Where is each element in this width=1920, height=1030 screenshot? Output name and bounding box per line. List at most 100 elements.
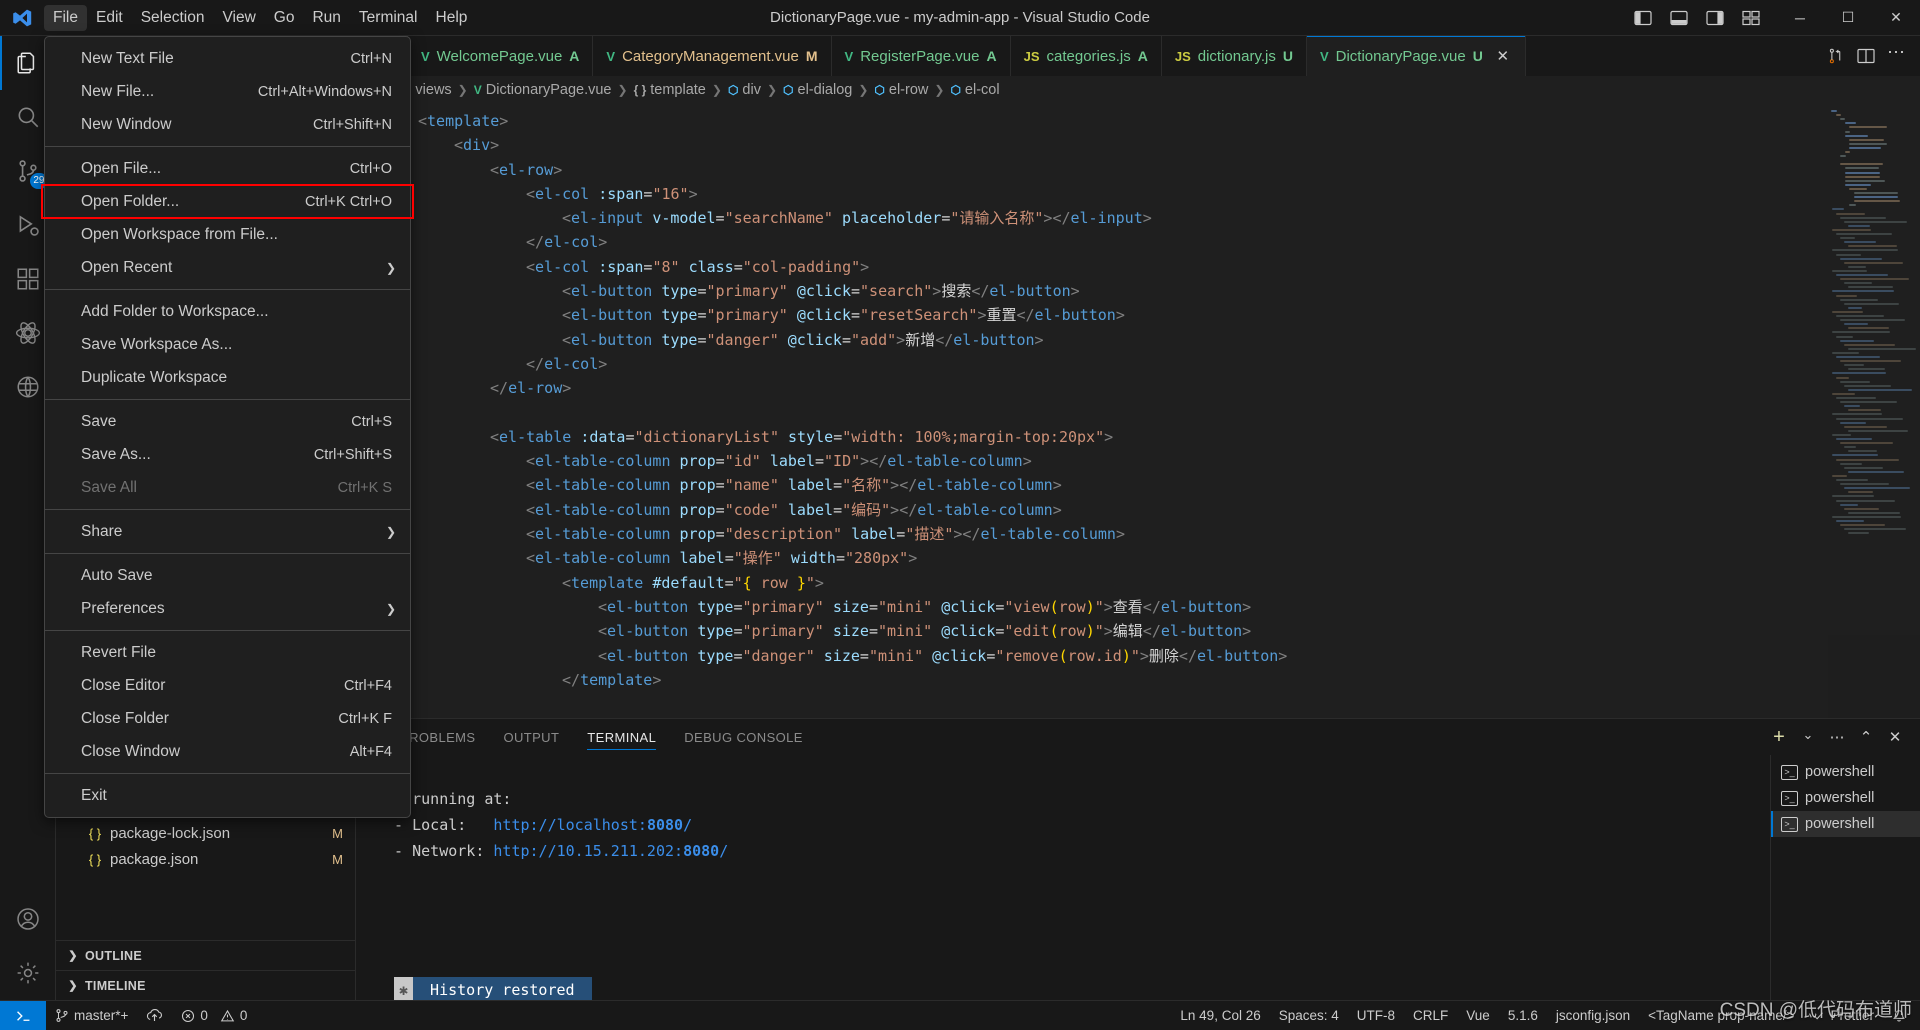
file-menu-dropdown[interactable]: New Text File Ctrl+N New File... Ctrl+Alt+W… xyxy=(44,36,411,818)
status-indentation[interactable]: Spaces: 4 xyxy=(1270,1001,1348,1030)
window-minimize-button[interactable]: ─ xyxy=(1776,0,1824,36)
panel-tab-debug-console[interactable]: DEBUG CONSOLE xyxy=(670,719,817,755)
menu-item-preferences[interactable]: Preferences ❯ xyxy=(45,592,410,625)
code-line[interactable]: 12</el-row> xyxy=(356,376,1828,400)
panel-more-icon[interactable]: ⋯ xyxy=(1824,724,1850,750)
menu-view[interactable]: View xyxy=(213,5,264,31)
editor-viewport[interactable]: 1<template>2<div>3<el-row>4<el-col :span… xyxy=(356,104,1920,718)
editor-tab-categoriesjs[interactable]: JS categories.js A xyxy=(1010,36,1162,76)
menu-item-duplicate-workspace[interactable]: Duplicate Workspace xyxy=(45,361,410,394)
minimap[interactable] xyxy=(1828,104,1920,718)
more-actions-icon[interactable]: ⋯ xyxy=(1882,42,1910,70)
window-close-button[interactable]: ✕ xyxy=(1872,0,1920,36)
breadcrumb-item[interactable]: views xyxy=(415,82,451,98)
sidebar-section-timeline[interactable]: ❯ TIMELINE xyxy=(56,970,355,1000)
breadcrumb-item[interactable]: ⬡ el-row xyxy=(874,82,928,98)
panel-tab-output[interactable]: OUTPUT xyxy=(489,719,573,755)
panel-tab-bar[interactable]: PROBLEMS OUTPUT TERMINAL DEBUG CONSOLE +… xyxy=(356,719,1920,755)
menu-item-exit[interactable]: Exit xyxy=(45,779,410,812)
breadcrumb-item[interactable]: { } template xyxy=(634,82,706,98)
menu-go[interactable]: Go xyxy=(265,5,304,31)
menu-selection[interactable]: Selection xyxy=(132,5,214,31)
source-control-compare-icon[interactable] xyxy=(1822,42,1850,70)
code-line[interactable]: 7<el-col :span="8" class="col-padding"> xyxy=(356,255,1828,279)
editor-tab-categorymanagement[interactable]: V CategoryManagement.vue M xyxy=(593,36,832,76)
menu-run[interactable]: Run xyxy=(303,5,349,31)
menu-item-save-as[interactable]: Save As... Ctrl+Shift+S xyxy=(45,438,410,471)
code-line[interactable]: 13 xyxy=(356,401,1828,425)
status-cursor-position[interactable]: Ln 49, Col 26 xyxy=(1171,1001,1269,1030)
menu-item-auto-save[interactable]: Auto Save xyxy=(45,559,410,592)
status-sync-changes[interactable] xyxy=(137,1001,172,1030)
sidebar-section-outline[interactable]: ❯ OUTLINE xyxy=(56,940,355,970)
customize-layout-icon[interactable] xyxy=(1734,3,1768,33)
breadcrumb-item[interactable]: ⬡ el-col xyxy=(950,82,999,98)
editor-tab-dictionarypage[interactable]: V DictionaryPage.vue U ✕ xyxy=(1306,36,1526,76)
code-line[interactable]: 19<el-table-column label="操作" width="280… xyxy=(356,546,1828,570)
editor-tab-registerpage[interactable]: V RegisterPage.vue A xyxy=(831,36,1011,76)
menu-terminal[interactable]: Terminal xyxy=(350,5,427,31)
toggle-panel-icon[interactable] xyxy=(1662,3,1696,33)
editor-tab-dictionaryjs[interactable]: JS dictionary.js U xyxy=(1161,36,1307,76)
menu-help[interactable]: Help xyxy=(427,5,477,31)
status-problems[interactable]: 0 0 xyxy=(172,1001,256,1030)
code-line[interactable]: 21<el-button type="primary" size="mini" … xyxy=(356,595,1828,619)
status-jsconfig[interactable]: jsconfig.json xyxy=(1547,1001,1639,1030)
maximize-panel-icon[interactable]: ⌃ xyxy=(1853,724,1879,750)
code-line[interactable]: 2<div> xyxy=(356,133,1828,157)
code-line[interactable]: 16<el-table-column prop="name" label="名称… xyxy=(356,473,1828,497)
terminal-list[interactable]: >_ powershell >_ powershell >_ powershel… xyxy=(1770,755,1920,1000)
code-line[interactable]: 22<el-button type="primary" size="mini" … xyxy=(356,619,1828,643)
breadcrumb-item[interactable]: ⬡ el-dialog xyxy=(783,82,852,98)
menu-item-new-file[interactable]: New File... Ctrl+Alt+Windows+N xyxy=(45,75,410,108)
menu-bar[interactable]: File Edit Selection View Go Run Terminal… xyxy=(44,0,476,35)
code-line[interactable]: 10<el-button type="danger" @click="add">… xyxy=(356,328,1828,352)
editor-tab-bar[interactable]: e M V WelcomePage.vue A V CategoryManage… xyxy=(356,36,1920,76)
toggle-primary-sidebar-icon[interactable] xyxy=(1626,3,1660,33)
remote-indicator[interactable] xyxy=(0,1000,46,1030)
status-bar[interactable]: master*+ 0 0 Ln 49, Col 26 Spaces: 4 UTF… xyxy=(0,1000,1920,1030)
menu-item-open-file[interactable]: Open File... Ctrl+O xyxy=(45,152,410,185)
menu-item-open-recent[interactable]: Open Recent ❯ xyxy=(45,251,410,284)
panel-actions[interactable]: + ⌄ ⋯ ⌃ ✕ xyxy=(1766,724,1920,750)
code-line[interactable]: 8<el-button type="primary" @click="searc… xyxy=(356,279,1828,303)
file-tree-item[interactable]: { } package-lock.json M xyxy=(56,820,355,846)
menu-item-add-folder-to-workspace[interactable]: Add Folder to Workspace... xyxy=(45,295,410,328)
code-content[interactable]: 1<template>2<div>3<el-row>4<el-col :span… xyxy=(356,104,1828,718)
status-version[interactable]: 5.1.6 xyxy=(1499,1001,1547,1030)
code-line[interactable]: 11</el-col> xyxy=(356,352,1828,376)
status-encoding[interactable]: UTF-8 xyxy=(1348,1001,1404,1030)
terminal-list-item[interactable]: >_ powershell xyxy=(1771,811,1920,837)
terminal-list-item[interactable]: >_ powershell xyxy=(1771,785,1920,811)
menu-item-close-editor[interactable]: Close Editor Ctrl+F4 xyxy=(45,669,410,702)
editor-tab-welcomepage[interactable]: V WelcomePage.vue A xyxy=(408,36,594,76)
layout-controls[interactable] xyxy=(1626,3,1776,33)
menu-item-new-text-file[interactable]: New Text File Ctrl+N xyxy=(45,42,410,75)
toggle-secondary-sidebar-icon[interactable] xyxy=(1698,3,1732,33)
breadcrumb-item[interactable]: V DictionaryPage.vue xyxy=(474,82,612,98)
menu-item-open-workspace-from-file[interactable]: Open Workspace from File... xyxy=(45,218,410,251)
code-line[interactable]: 6</el-col> xyxy=(356,230,1828,254)
code-line[interactable]: 17<el-table-column prop="code" label="编码… xyxy=(356,498,1828,522)
activity-accounts[interactable] xyxy=(0,892,56,946)
breadcrumb[interactable]: src ❯ views ❯ VDictionaryPage.vue ❯ { }t… xyxy=(356,76,1920,104)
menu-edit[interactable]: Edit xyxy=(87,5,132,31)
breadcrumb-item[interactable]: ⬡ div xyxy=(728,82,761,98)
code-line[interactable]: 5<el-input v-model="searchName" placehol… xyxy=(356,206,1828,230)
menu-item-save-workspace-as[interactable]: Save Workspace As... xyxy=(45,328,410,361)
panel-tab-terminal[interactable]: TERMINAL xyxy=(573,719,670,755)
menu-item-share[interactable]: Share ❯ xyxy=(45,515,410,548)
code-line[interactable]: 15<el-table-column prop="id" label="ID">… xyxy=(356,449,1828,473)
menu-item-revert-file[interactable]: Revert File xyxy=(45,636,410,669)
menu-file[interactable]: File xyxy=(44,4,87,31)
new-terminal-icon[interactable]: + xyxy=(1766,724,1792,750)
window-maximize-button[interactable]: ☐ xyxy=(1824,0,1872,36)
code-line[interactable]: 14<el-table :data="dictionaryList" style… xyxy=(356,425,1828,449)
activity-settings[interactable] xyxy=(0,946,56,1000)
code-line[interactable]: 1<template> xyxy=(356,109,1828,133)
status-branch[interactable]: master*+ xyxy=(46,1001,137,1030)
code-line[interactable]: 20<template #default="{ row }"> xyxy=(356,571,1828,595)
close-panel-icon[interactable]: ✕ xyxy=(1882,724,1908,750)
tab-close-icon[interactable]: ✕ xyxy=(1494,47,1512,65)
file-tree-item[interactable]: { } package.json M xyxy=(56,846,355,872)
